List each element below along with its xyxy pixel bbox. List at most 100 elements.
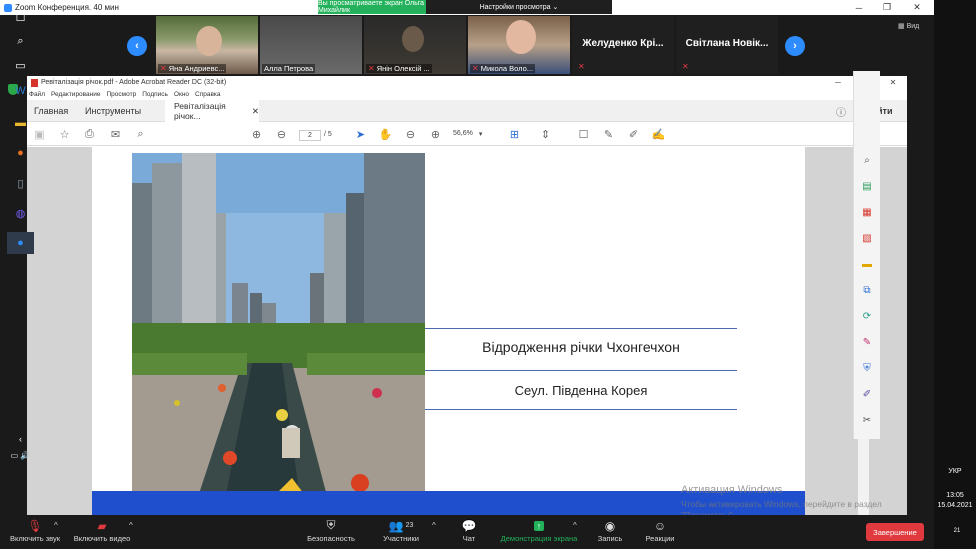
mail-icon[interactable]: ✉: [108, 127, 123, 142]
taskbar: [934, 0, 976, 549]
participant-tile[interactable]: ✕ Янін Олексій ...: [364, 16, 466, 74]
close-icon[interactable]: ✕: [879, 76, 907, 89]
help-icon[interactable]: ⓘ: [836, 100, 846, 122]
mic-muted-icon: 🎙: [27, 518, 43, 533]
comment-icon[interactable]: ▬: [860, 257, 874, 271]
participant-name: Світлана Новік...: [685, 38, 769, 49]
menu-window[interactable]: Окно: [174, 91, 189, 98]
draw-icon[interactable]: ✐: [626, 127, 641, 142]
print-icon[interactable]: ⎙: [82, 127, 97, 142]
participant-tile[interactable]: ✕ Микола Воло...: [468, 16, 570, 74]
edit-pdf-icon[interactable]: ▧: [860, 231, 874, 245]
unmute-button[interactable]: 🎙 Включить звук: [0, 517, 70, 547]
notification-icon[interactable]: ☐: [7, 6, 34, 28]
zoom-level-select[interactable]: 56,6% ▾: [453, 130, 495, 141]
search-icon[interactable]: ⌕: [133, 127, 148, 142]
participant-name: Желуденко Крі...: [582, 38, 664, 49]
minimize-icon[interactable]: ─: [824, 76, 852, 89]
divider: [425, 409, 737, 410]
tab-home[interactable]: Главная: [34, 100, 68, 122]
create-pdf-icon[interactable]: ▦: [860, 205, 874, 219]
zoom-taskbar-icon[interactable]: ●: [7, 232, 34, 254]
river-photo: [132, 153, 425, 515]
zoom-in-icon[interactable]: ⊕: [428, 127, 443, 142]
tools-icon[interactable]: ✂: [860, 413, 874, 427]
participant-tile[interactable]: ✕ Яна Андриевс...: [156, 16, 258, 74]
action-center-icon[interactable]: 21: [950, 524, 964, 538]
pdf-page: Відродження річки Чхонгечхон Сеул. Півде…: [92, 147, 805, 515]
folder-icon[interactable]: ▬: [7, 112, 34, 134]
menu-sign[interactable]: Подпись: [142, 91, 168, 98]
select-cursor-icon[interactable]: ➤: [353, 127, 368, 142]
search-icon[interactable]: ⌕: [860, 153, 874, 167]
participant-tile[interactable]: Світлана Новік... ✕: [676, 16, 778, 74]
page-down-icon[interactable]: ⊖: [274, 127, 289, 142]
activation-watermark-title: Активация Windows: [681, 484, 783, 496]
document-area[interactable]: Відродження річки Чхонгечхон Сеул. Півде…: [27, 147, 907, 515]
battery-sound-icon[interactable]: ▭ 🔊: [7, 444, 34, 466]
organize-icon[interactable]: ⟳: [860, 309, 874, 323]
file-icon[interactable]: ▯: [7, 172, 34, 194]
tab-document[interactable]: Ревіталізація річок... ✕: [165, 100, 259, 122]
page-number-input[interactable]: 2: [299, 130, 321, 141]
menu-help[interactable]: Справка: [195, 91, 221, 98]
restore-icon[interactable]: ❐: [872, 0, 902, 15]
firefox-icon[interactable]: ●: [7, 142, 34, 164]
video-off-icon: ▰: [97, 518, 107, 533]
reactions-button[interactable]: ☺ Реакции: [625, 517, 695, 547]
scroll-mode-icon[interactable]: ⇕: [538, 127, 553, 142]
close-tab-icon[interactable]: ✕: [252, 106, 259, 117]
participant-tile[interactable]: Желуденко Крі... ✕: [572, 16, 674, 74]
chat-button[interactable]: 💬 Чат: [434, 517, 504, 547]
viber-icon[interactable]: ◍: [7, 202, 34, 224]
slide-title: Відродження річки Чхонгечхон: [482, 339, 680, 355]
minimize-icon[interactable]: ─: [844, 0, 874, 15]
clock[interactable]: 13:05 15.04.2021: [934, 491, 976, 511]
mic-muted-icon: ✕: [368, 64, 375, 73]
participants-button[interactable]: 👥 23 Участники: [366, 517, 436, 547]
page-total: / 5: [324, 131, 332, 138]
star-icon[interactable]: ☆: [57, 127, 72, 142]
divider: [425, 370, 737, 371]
page-up-icon[interactable]: ⊕: [249, 127, 264, 142]
acrobat-window: Ревіталізація річок.pdf - Adobe Acrobat …: [27, 76, 907, 515]
view-button[interactable]: ▦ Вид: [898, 22, 919, 30]
close-icon[interactable]: ✕: [902, 0, 932, 15]
reaction-icon: ☺: [653, 518, 667, 533]
security-button[interactable]: ⛨ Безопасность: [296, 517, 366, 547]
zoom-out-icon[interactable]: ⊖: [403, 127, 418, 142]
protect-icon[interactable]: ⛨: [860, 361, 874, 375]
menu-edit[interactable]: Редактирование: [51, 91, 101, 98]
participants-label: Участники: [383, 534, 419, 543]
word-icon[interactable]: W: [7, 80, 34, 102]
prev-page-icon[interactable]: ‹: [127, 36, 147, 56]
export-pdf-icon[interactable]: ▤: [860, 179, 874, 193]
hand-icon[interactable]: ✋: [378, 127, 393, 142]
comment-icon[interactable]: ☐: [576, 127, 591, 142]
end-meeting-button[interactable]: Завершение: [866, 523, 924, 541]
menu-view[interactable]: Просмотр: [107, 91, 137, 98]
share-screen-icon: ↑: [533, 517, 545, 534]
video-options-caret[interactable]: ^: [129, 521, 133, 530]
menu-bar: Файл Редактирование Просмотр Подпись Окн…: [27, 89, 907, 100]
language-indicator[interactable]: УКР: [934, 468, 976, 475]
audio-options-caret[interactable]: ^: [54, 521, 58, 530]
start-video-button[interactable]: ▰ Включить видео: [67, 517, 137, 547]
task-view-icon[interactable]: ▭: [7, 54, 34, 76]
share-screen-button[interactable]: ↑ Демонстрация экрана: [497, 517, 581, 547]
view-label: Вид: [906, 23, 920, 30]
acrobat-title-bar: Ревіталізація річок.pdf - Adobe Acrobat …: [27, 76, 907, 89]
next-page-icon[interactable]: ›: [785, 36, 805, 56]
tab-bar: Главная Инструменты Ревіталізація річок.…: [27, 100, 907, 122]
combine-icon[interactable]: ⧉: [860, 283, 874, 297]
view-settings-button[interactable]: Настройки просмотра ⌄: [426, 0, 612, 14]
sign-icon[interactable]: ✐: [860, 387, 874, 401]
participant-tile[interactable]: Алла Петрова: [260, 16, 362, 74]
fit-page-icon[interactable]: ⊞: [507, 127, 522, 142]
stamp-icon[interactable]: ✍: [651, 127, 666, 142]
save-icon[interactable]: ▣: [32, 127, 47, 142]
search-icon[interactable]: ⌕: [7, 30, 34, 52]
fill-sign-icon[interactable]: ✎: [860, 335, 874, 349]
tab-tools[interactable]: Инструменты: [85, 100, 141, 122]
highlight-pen-icon[interactable]: ✎: [601, 127, 616, 142]
